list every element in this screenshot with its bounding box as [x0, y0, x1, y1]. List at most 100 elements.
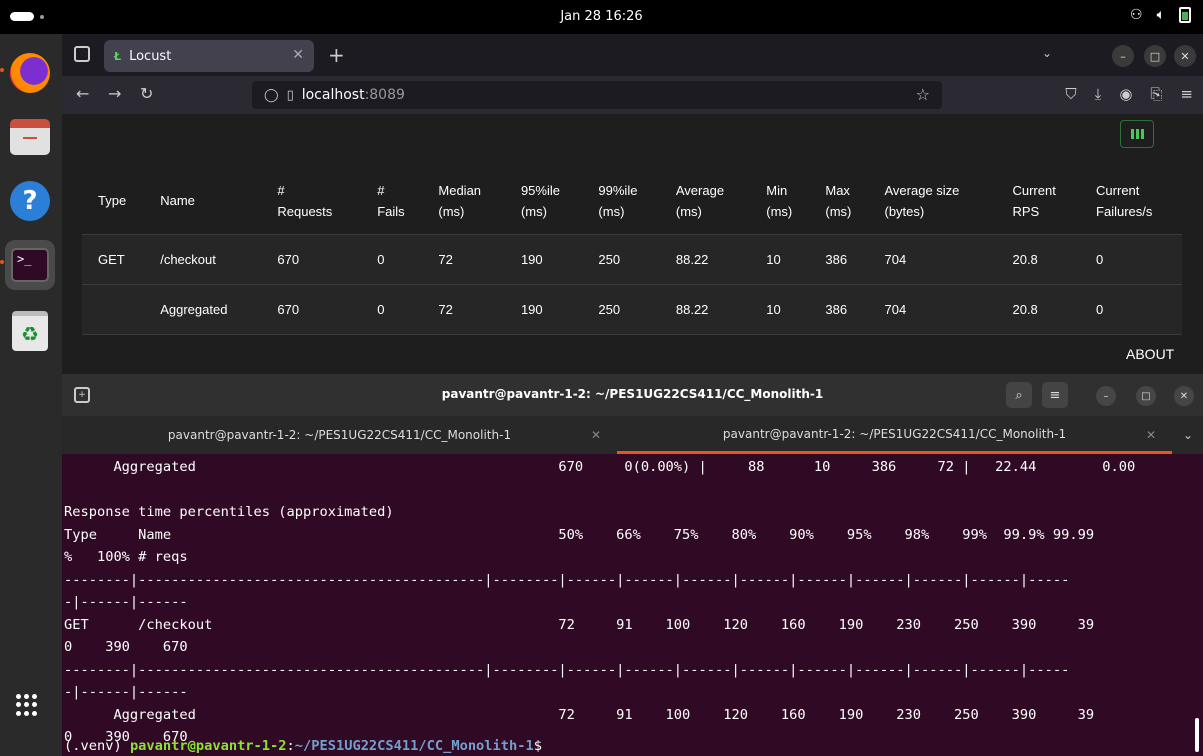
- toolbar-icons: ⛉ ⤓ ◉ ⎘ ≡: [1065, 85, 1193, 103]
- cell-average: 88.22: [659, 283, 751, 335]
- cell-95ile: 190: [504, 233, 583, 284]
- terminal-output[interactable]: Aggregated 670 0(0.00%) | 88 10 386 72 |…: [62, 456, 1203, 756]
- list-all-tabs-icon[interactable]: ⌄: [1042, 46, 1052, 60]
- header-current-failures[interactable]: Current Failures/s: [1080, 168, 1182, 234]
- terminal-tab[interactable]: pavantr@pavantr-1-2: ~/PES1UG22CS411/CC_…: [617, 416, 1172, 454]
- desktop: Jan 28 16:26 ⚇ 🔈︎ ? >_ ♻ Ł Locust ✕ + ⌄ …: [0, 0, 1203, 756]
- maximize-icon[interactable]: □: [1144, 45, 1166, 67]
- header-99ile[interactable]: 99%ile (ms): [582, 168, 659, 234]
- help-icon: ?: [10, 181, 50, 221]
- system-tray[interactable]: ⚇ 🔈︎: [1130, 7, 1191, 23]
- cell-average-size: 704: [868, 233, 997, 284]
- tab-list-icon[interactable]: [74, 46, 90, 62]
- trash-icon: ♻: [12, 311, 48, 351]
- header-average[interactable]: Average (ms): [660, 168, 750, 234]
- table-row: GET /checkout 670 0 72 190 250 88.22 10 …: [82, 233, 1182, 284]
- cell-type: GET: [82, 233, 145, 284]
- cell-average-size: 704: [868, 283, 997, 335]
- url-bar[interactable]: ◯ ▯ localhost:8089 ☆: [252, 81, 942, 109]
- table-row: Aggregated 670 0 72 190 250 88.22 10 386…: [82, 283, 1182, 335]
- hamburger-menu-icon[interactable]: ≡: [1042, 382, 1068, 408]
- stats-table: Type Name # Requests # Fails Median (ms) 95…: [82, 168, 1182, 335]
- volume-icon: 🔈︎: [1156, 7, 1165, 23]
- close-window-icon[interactable]: ✕: [1174, 386, 1194, 406]
- chart-toggle-icon[interactable]: [1120, 120, 1154, 148]
- account-icon[interactable]: ◉: [1119, 85, 1132, 103]
- new-tab-icon[interactable]: +: [328, 43, 345, 67]
- downloads-icon[interactable]: ⤓: [1095, 85, 1102, 103]
- bookmark-star-icon[interactable]: ☆: [916, 85, 930, 104]
- header-median[interactable]: Median (ms): [422, 168, 505, 234]
- tabs-menu-chevron-icon[interactable]: ⌄: [1183, 428, 1193, 442]
- cell-current-failures: 0: [1080, 283, 1182, 335]
- files-icon: [10, 119, 50, 155]
- cell-fails: 0: [361, 283, 423, 335]
- header-requests[interactable]: # Requests: [261, 168, 361, 234]
- minimize-icon[interactable]: –: [1096, 386, 1116, 406]
- cell-min: 10: [750, 233, 810, 284]
- maximize-icon[interactable]: □: [1136, 386, 1156, 406]
- search-icon[interactable]: ⌕: [1006, 382, 1032, 408]
- cell-average: 88.22: [659, 233, 751, 284]
- tracking-shield-icon[interactable]: ◯: [264, 88, 279, 103]
- close-tab-icon[interactable]: ✕: [591, 428, 601, 442]
- header-average-size[interactable]: Average size (bytes): [868, 168, 996, 234]
- firefox-icon: [10, 53, 50, 93]
- top-bar: Jan 28 16:26 ⚇ 🔈︎: [0, 0, 1203, 34]
- cell-current-rps: 20.8: [996, 233, 1081, 284]
- menu-icon[interactable]: ≡: [1180, 85, 1193, 103]
- clock[interactable]: Jan 28 16:26: [0, 9, 1203, 24]
- page-icon: ▯: [286, 87, 294, 103]
- nav-bar: ← → ↻ ◯ ▯ localhost:8089 ☆ ⛉ ⤓ ◉ ⎘ ≡: [62, 76, 1203, 114]
- show-apps-icon[interactable]: [16, 694, 38, 716]
- header-type[interactable]: Type: [82, 168, 144, 234]
- back-icon[interactable]: ←: [76, 84, 89, 103]
- cell-95ile: 190: [504, 283, 583, 335]
- pocket-icon[interactable]: ⛉: [1065, 85, 1076, 103]
- cell-current-failures: 0: [1080, 233, 1182, 284]
- url-port: :8089: [364, 87, 405, 103]
- header-current-rps[interactable]: Current RPS: [996, 168, 1080, 234]
- cell-median: 72: [422, 233, 505, 284]
- header-max[interactable]: Max (ms): [809, 168, 868, 234]
- trash-launcher[interactable]: ♻: [5, 306, 55, 356]
- cell-type: [82, 283, 145, 335]
- help-launcher[interactable]: ?: [5, 176, 55, 226]
- cell-max: 386: [809, 283, 869, 335]
- running-indicator: [0, 68, 4, 72]
- terminal-tab[interactable]: pavantr@pavantr-1-2: ~/PES1UG22CS411/CC_…: [62, 416, 617, 454]
- cell-min: 10: [750, 283, 810, 335]
- close-tab-icon[interactable]: ✕: [1146, 428, 1156, 442]
- locust-page: Type Name # Requests # Fails Median (ms) 95…: [62, 114, 1203, 374]
- browser-tab[interactable]: Ł Locust ✕: [104, 40, 314, 72]
- forward-icon[interactable]: →: [108, 84, 121, 103]
- about-link[interactable]: ABOUT: [1126, 346, 1174, 362]
- cell-requests: 670: [261, 233, 362, 284]
- cell-99ile: 250: [582, 233, 660, 284]
- url-host: localhost: [301, 87, 365, 103]
- terminal-scrollbar[interactable]: [1195, 718, 1199, 752]
- header-name[interactable]: Name: [144, 168, 261, 234]
- cell-99ile: 250: [582, 283, 660, 335]
- tab-strip: Ł Locust ✕ + ⌄ – □ ✕: [62, 34, 1203, 76]
- files-launcher[interactable]: [5, 112, 55, 162]
- header-min[interactable]: Min (ms): [750, 168, 809, 234]
- shell-prompt[interactable]: (.venv) pavantr@pavantr-1-2:~/PES1UG22CS…: [64, 738, 542, 754]
- terminal-launcher[interactable]: >_: [5, 240, 55, 290]
- minimize-icon[interactable]: –: [1112, 45, 1134, 67]
- network-icon: ⚇: [1130, 7, 1143, 23]
- cell-median: 72: [422, 283, 505, 335]
- battery-icon: [1179, 7, 1191, 23]
- locust-favicon-icon: Ł: [114, 49, 122, 63]
- header-95ile[interactable]: 95%ile (ms): [505, 168, 582, 234]
- dock: ? >_ ♻: [0, 34, 62, 756]
- header-fails[interactable]: # Fails: [361, 168, 422, 234]
- cell-max: 386: [809, 233, 869, 284]
- running-indicator: [0, 260, 4, 264]
- extensions-icon[interactable]: ⎘: [1150, 85, 1162, 103]
- terminal-header-bar: + pavantr@pavantr-1-2: ~/PES1UG22CS411/C…: [62, 374, 1203, 416]
- firefox-launcher[interactable]: [5, 48, 55, 98]
- reload-icon[interactable]: ↻: [140, 84, 153, 103]
- close-tab-icon[interactable]: ✕: [292, 47, 304, 63]
- close-window-icon[interactable]: ✕: [1174, 45, 1196, 67]
